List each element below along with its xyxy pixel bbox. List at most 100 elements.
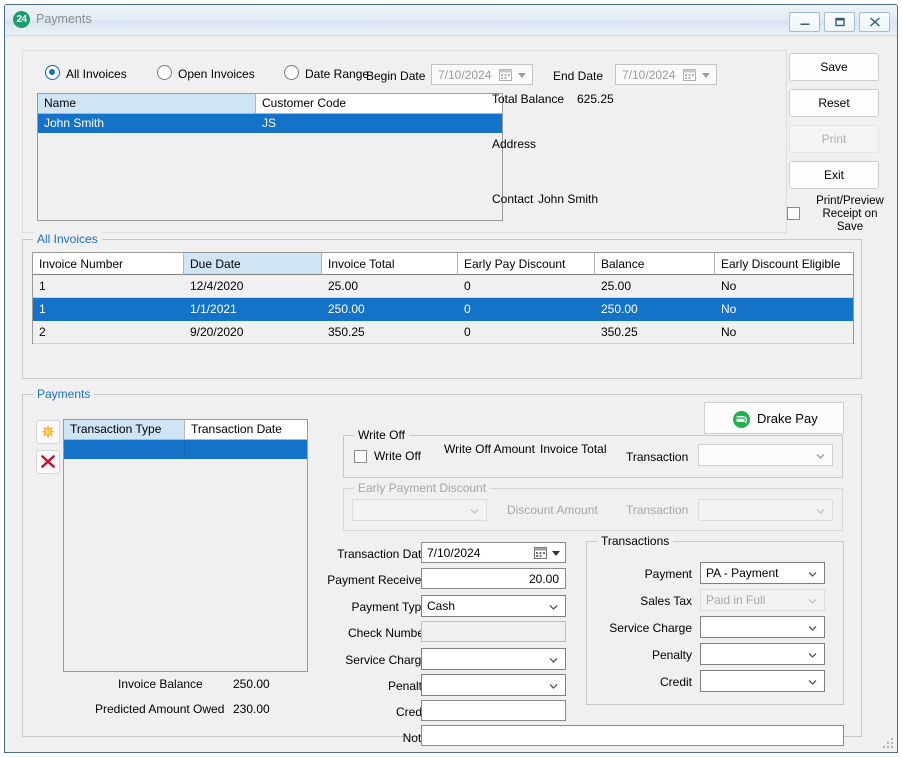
table-row[interactable]: 1 12/4/2020 25.00 0 25.00 No xyxy=(33,275,853,298)
cell-balance: 350.25 xyxy=(595,321,715,343)
end-date-value: 7/10/2024 xyxy=(622,68,675,82)
column-header-customer-code[interactable]: Customer Code xyxy=(256,94,502,114)
cell-transaction-date xyxy=(185,440,307,459)
early-payment-discount-group-label: Early Payment Discount xyxy=(354,481,490,495)
chevron-down-icon xyxy=(470,507,479,516)
write-off-transaction-label: Transaction xyxy=(626,450,688,464)
cell-invoice-number: 1 xyxy=(33,275,184,297)
transactions-service-charge-select[interactable] xyxy=(700,616,825,638)
invoices-group: All Invoices Invoice Number Due Date Inv… xyxy=(22,239,862,379)
transactions-credit-label: Credit xyxy=(597,675,692,689)
radio-mark-icon xyxy=(157,65,172,80)
radio-all-invoices[interactable]: All Invoices xyxy=(45,65,127,81)
column-header-name[interactable]: Name xyxy=(38,94,256,114)
table-row[interactable]: 2 9/20/2020 350.25 0 350.25 No xyxy=(33,321,853,344)
invoice-grid[interactable]: Invoice Number Due Date Invoice Total Ea… xyxy=(32,252,854,344)
column-header-balance[interactable]: Balance xyxy=(595,253,715,275)
table-row[interactable]: John Smith JS xyxy=(38,114,502,133)
transactions-sales-tax-value: Paid in Full xyxy=(706,593,765,607)
radio-mark-icon xyxy=(45,65,60,80)
delete-transaction-button[interactable] xyxy=(36,450,60,474)
cell-balance: 250.00 xyxy=(595,298,715,320)
end-date-dropdown-arrow[interactable] xyxy=(702,73,710,78)
early-discount-transaction-select xyxy=(698,499,833,521)
cell-transaction-type xyxy=(64,440,185,459)
begin-date-label: Begin Date xyxy=(366,69,425,83)
payment-received-label: Payment Received xyxy=(308,573,428,587)
credit-input[interactable] xyxy=(421,700,566,721)
transactions-penalty-select[interactable] xyxy=(700,643,825,665)
new-star-icon xyxy=(41,425,56,440)
close-button[interactable] xyxy=(859,12,890,32)
radio-date-range[interactable]: Date Range xyxy=(284,65,369,81)
maximize-button[interactable] xyxy=(824,12,855,32)
table-row[interactable]: 1 1/1/2021 250.00 0 250.00 No xyxy=(33,298,853,321)
end-date-input[interactable]: 7/10/2024 xyxy=(615,64,717,85)
transaction-grid-header: Transaction Type Transaction Date xyxy=(64,420,307,440)
column-header-invoice-number[interactable]: Invoice Number xyxy=(33,253,184,275)
reset-button[interactable]: Reset xyxy=(789,89,879,117)
check-number-input xyxy=(421,621,566,642)
transactions-credit-select[interactable] xyxy=(700,670,825,692)
drake-pay-button[interactable]: Drake Pay xyxy=(704,402,844,434)
total-balance-value: 625.25 xyxy=(577,92,614,106)
early-payment-discount-group: Early Payment Discount Discount Amount T… xyxy=(343,488,843,531)
transactions-group: Transactions Payment PA - Payment Sales … xyxy=(586,541,844,705)
column-header-due-date[interactable]: Due Date xyxy=(184,253,322,275)
column-header-early-discount-eligible[interactable]: Early Discount Eligible xyxy=(715,253,853,275)
minimize-button[interactable] xyxy=(789,12,820,32)
column-header-early-pay-discount[interactable]: Early Pay Discount xyxy=(458,253,595,275)
chevron-down-icon xyxy=(808,570,817,579)
note-input[interactable] xyxy=(421,725,844,746)
payment-received-value: 20.00 xyxy=(529,572,559,586)
chevron-down-icon xyxy=(808,651,817,660)
resize-grip[interactable] xyxy=(881,736,893,748)
cell-invoice-number: 1 xyxy=(33,298,184,320)
print-receipt-checkbox[interactable] xyxy=(787,207,800,220)
write-off-group-label: Write Off xyxy=(354,428,409,442)
transactions-payment-value: PA - Payment xyxy=(706,566,778,580)
transaction-date-label: Transaction Date xyxy=(308,547,428,561)
penalty-select[interactable] xyxy=(421,674,566,696)
table-row[interactable] xyxy=(64,440,307,459)
transactions-sales-tax-select: Paid in Full xyxy=(700,589,825,611)
begin-date-dropdown-arrow[interactable] xyxy=(518,73,526,78)
exit-button[interactable]: Exit xyxy=(789,161,879,189)
write-off-transaction-select[interactable] xyxy=(698,444,833,466)
write-off-group: Write Off Write Off Write Off Amount Inv… xyxy=(343,435,843,478)
radio-open-invoices[interactable]: Open Invoices xyxy=(157,65,255,81)
cell-due-date: 1/1/2021 xyxy=(184,298,322,320)
payment-type-select[interactable]: Cash xyxy=(421,595,566,617)
cell-due-date: 9/20/2020 xyxy=(184,321,322,343)
cell-early-pay-discount: 0 xyxy=(458,275,595,297)
cell-customer-name: John Smith xyxy=(38,114,256,133)
begin-date-input[interactable]: 7/10/2024 xyxy=(431,64,533,85)
transaction-date-dropdown-arrow[interactable] xyxy=(552,551,560,556)
calendar-icon xyxy=(534,546,547,559)
write-off-checkbox[interactable] xyxy=(354,450,367,463)
transaction-date-input[interactable]: 7/10/2024 xyxy=(421,542,566,563)
contact-label: Contact xyxy=(492,192,533,206)
print-button: Print xyxy=(789,125,879,153)
cell-balance: 25.00 xyxy=(595,275,715,297)
chevron-down-icon xyxy=(549,682,558,691)
add-transaction-button[interactable] xyxy=(36,420,60,444)
cell-invoice-total: 25.00 xyxy=(322,275,458,297)
save-button[interactable]: Save xyxy=(789,53,879,81)
customer-grid[interactable]: Name Customer Code John Smith JS xyxy=(37,93,503,221)
service-charge-select[interactable] xyxy=(421,648,566,670)
column-header-transaction-type[interactable]: Transaction Type xyxy=(64,420,185,440)
column-header-invoice-total[interactable]: Invoice Total xyxy=(322,253,458,275)
column-header-transaction-date[interactable]: Transaction Date xyxy=(185,420,307,440)
chevron-down-icon xyxy=(549,656,558,665)
transaction-grid[interactable]: Transaction Type Transaction Date xyxy=(63,419,308,672)
early-discount-select xyxy=(352,499,487,521)
payment-received-input[interactable]: 20.00 xyxy=(421,568,566,589)
invoices-group-label: All Invoices xyxy=(33,232,102,246)
transactions-penalty-label: Penalty xyxy=(597,648,692,662)
drake-pay-icon xyxy=(733,411,750,428)
chevron-down-icon xyxy=(549,603,558,612)
payments-window: 24 Payments All Invoices Open Invoices xyxy=(4,4,898,753)
customer-grid-header: Name Customer Code xyxy=(38,94,502,114)
transactions-payment-select[interactable]: PA - Payment xyxy=(700,562,825,584)
